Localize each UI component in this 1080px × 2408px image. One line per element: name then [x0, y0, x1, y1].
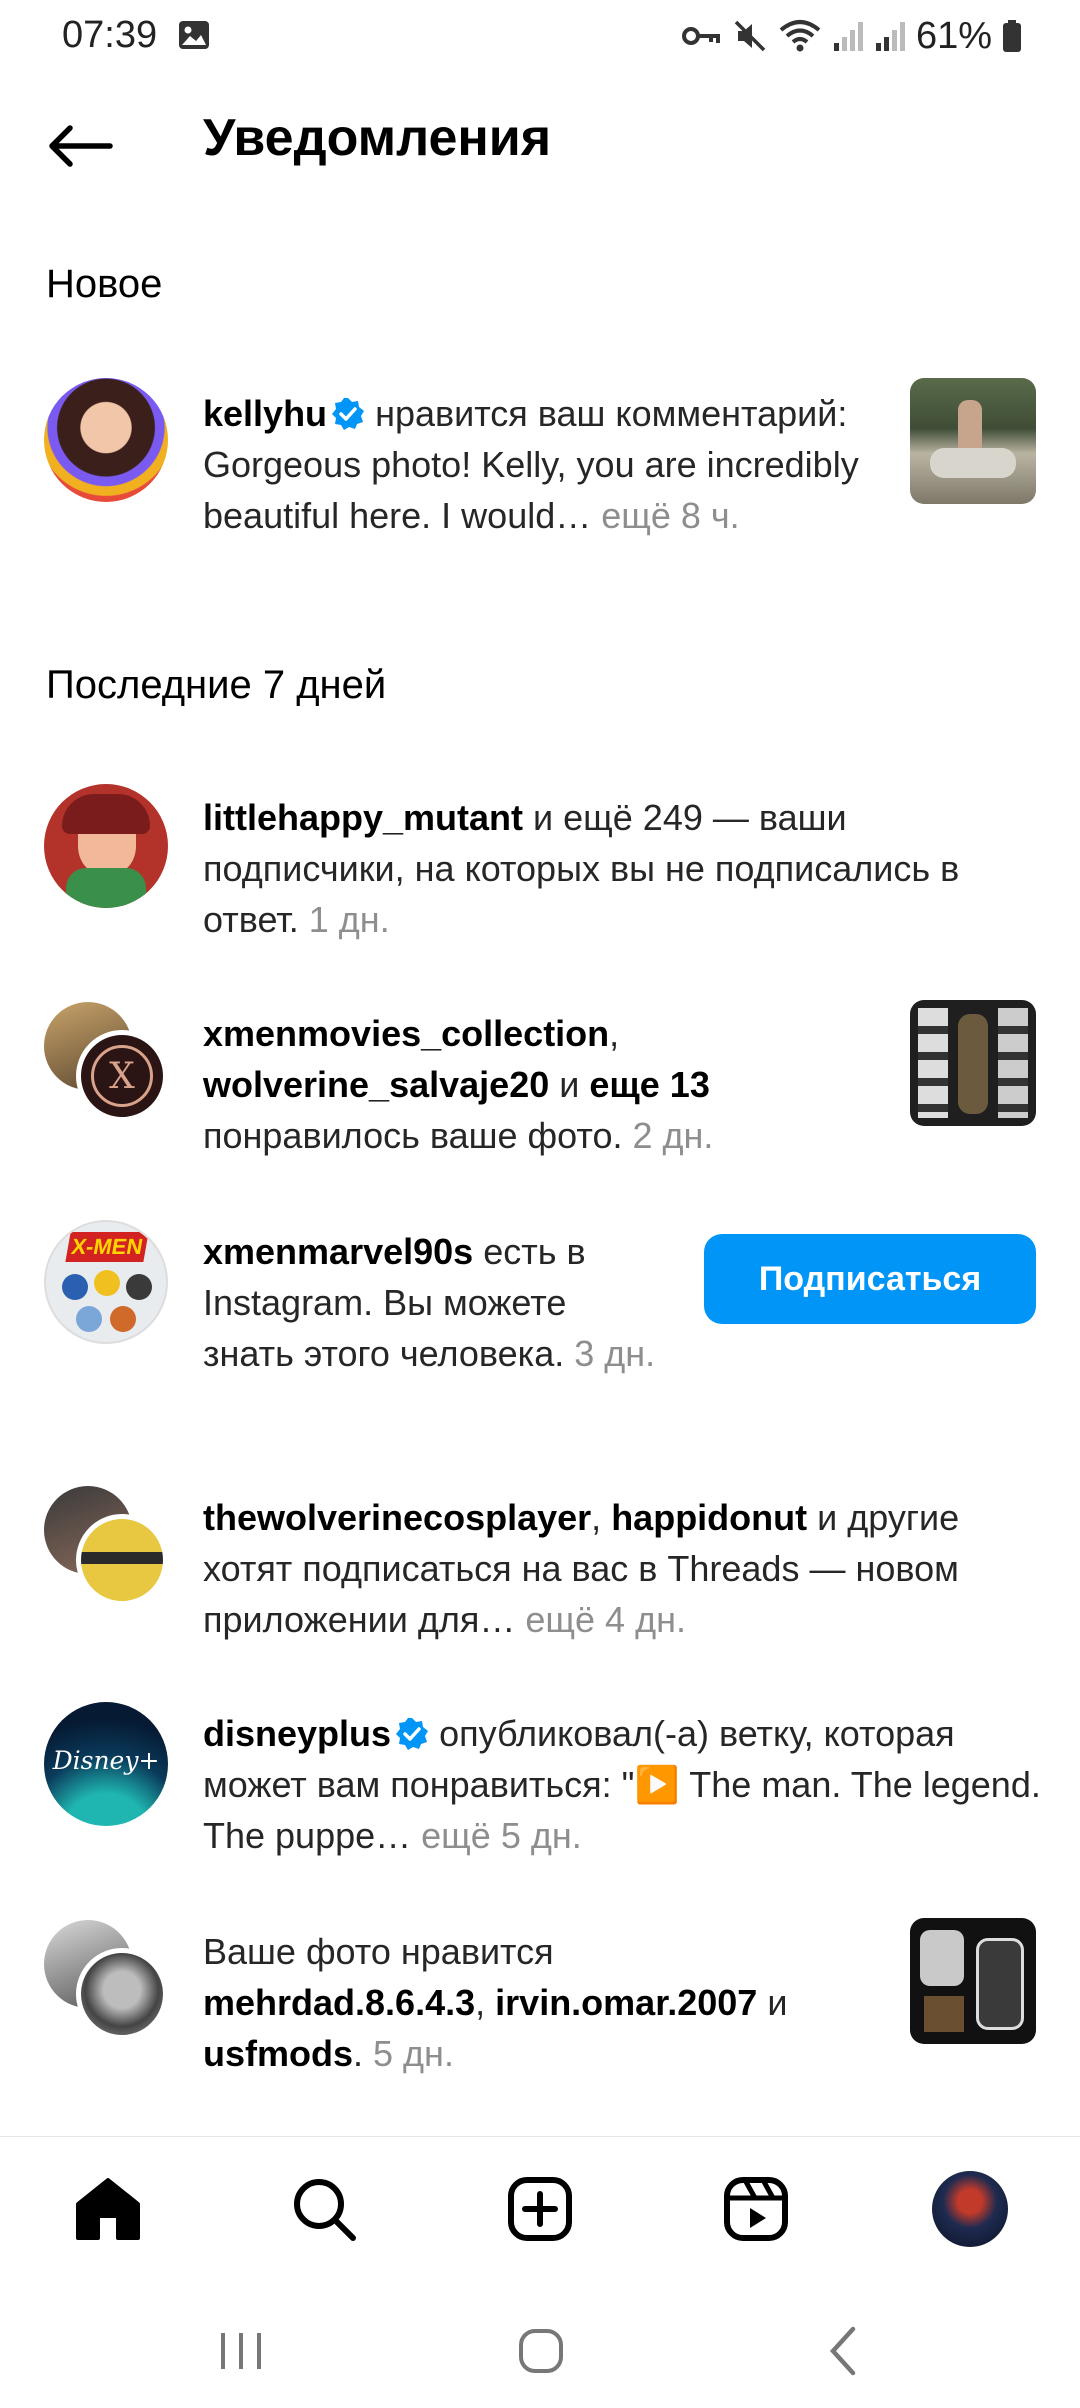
recent-apps-button[interactable] — [196, 2316, 286, 2386]
more-time-link[interactable]: ещё 4 дн. — [525, 1599, 686, 1640]
notification-time: 1 дн. — [308, 899, 390, 940]
vpn-key-icon — [681, 27, 720, 45]
post-thumbnail[interactable] — [910, 1000, 1036, 1126]
recent-apps-icon — [221, 2333, 261, 2369]
username-2[interactable]: irvin.omar.2007 — [495, 1982, 757, 2023]
notification-text: littlehappy_mutant и ещё 249 — ваши подп… — [203, 792, 1043, 945]
battery-percent: 61% — [915, 14, 992, 57]
profile-avatar — [932, 2171, 1008, 2247]
username[interactable]: littlehappy_mutant — [203, 797, 523, 838]
follow-button[interactable]: Подписаться — [704, 1234, 1036, 1324]
avatar-littlehappy-mutant[interactable] — [44, 784, 168, 908]
mute-icon — [734, 20, 766, 52]
signal-icon-1 — [833, 22, 863, 51]
home-system-button[interactable] — [496, 2316, 586, 2386]
username[interactable]: kellyhu — [203, 393, 327, 434]
avatar-kellyhu[interactable] — [44, 378, 168, 502]
search-icon — [294, 2179, 356, 2241]
notification-item[interactable]: littlehappy_mutant и ещё 249 — ваши подп… — [0, 782, 1080, 940]
nav-search[interactable] — [284, 2169, 364, 2249]
notification-item[interactable]: kellyhu нравится ваш комментарий: Gorgeo… — [0, 376, 1080, 596]
nav-create[interactable] — [500, 2169, 580, 2249]
status-icons: 61% — [681, 14, 1022, 58]
chevron-left-icon — [829, 2326, 856, 2376]
notification-time: 5 дн. — [373, 2033, 454, 2074]
notification-text: xmenmarvel90s есть в Instagram. Вы может… — [203, 1226, 663, 1379]
notification-body: понравилось ваше фото. — [203, 1115, 633, 1156]
plus-square-icon — [508, 2177, 572, 2241]
notification-item[interactable]: X xmenmovies_collection, wolverine_salvaj… — [0, 1000, 1080, 1156]
more-time-link[interactable]: ещё 5 дн. — [421, 1815, 582, 1856]
notification-time: 3 дн. — [574, 1333, 656, 1374]
back-button[interactable] — [40, 114, 120, 178]
back-system-button[interactable] — [798, 2316, 888, 2386]
home-icon — [76, 2178, 140, 2240]
notification-item[interactable]: Disney+ disneyplus опубликовал(-а) ветку… — [0, 1700, 1080, 1860]
status-time: 07:39 — [62, 14, 158, 56]
notification-text: thewolverinecosplayer, happidonut и друг… — [203, 1497, 960, 1640]
notification-text: disneyplus опубликовал(-а) ветку, котора… — [203, 1708, 1043, 1861]
avatar-happidonut[interactable] — [76, 1514, 168, 1606]
disneyplus-logo: Disney+ — [52, 1746, 160, 1775]
wifi-icon — [779, 20, 821, 52]
avatar-disneyplus[interactable]: Disney+ — [44, 1702, 168, 1826]
nav-home[interactable] — [68, 2169, 148, 2249]
notification-item[interactable]: Ваше фото нравится mehrdad.8.6.4.3, irvi… — [0, 1918, 1080, 2078]
username-1[interactable]: xmenmovies_collection — [203, 1013, 609, 1054]
others-link[interactable]: еще 13 — [589, 1064, 709, 1105]
arrow-left-icon — [49, 125, 113, 167]
post-thumbnail[interactable] — [910, 1918, 1036, 2044]
username-1[interactable]: thewolverinecosplayer — [203, 1497, 591, 1538]
gallery-notification-icon — [179, 21, 209, 49]
username-2[interactable]: happidonut — [611, 1497, 807, 1538]
notification-text: xmenmovies_collection, wolverine_salvaje2… — [203, 1013, 714, 1156]
avatar-irvin-omar[interactable] — [76, 1948, 168, 2040]
bottom-navigation — [0, 2136, 1080, 2276]
username-1[interactable]: mehrdad.8.6.4.3 — [203, 1982, 475, 2023]
section-new-title: Новое — [46, 262, 163, 306]
username-3[interactable]: usfmods — [203, 2033, 353, 2074]
username[interactable]: xmenmarvel90s — [203, 1231, 473, 1272]
nav-reels[interactable] — [716, 2169, 796, 2249]
top-bar: Уведомления — [0, 100, 1080, 190]
reels-icon — [724, 2177, 788, 2241]
avatar-xmenmarvel90s[interactable]: X-MEN — [44, 1220, 168, 1344]
home-circle-icon — [519, 2329, 563, 2373]
notification-item[interactable]: thewolverinecosplayer, happidonut и друг… — [0, 1484, 1080, 1644]
notification-text: Ваше фото нравится mehrdad.8.6.4.3, irvi… — [203, 1931, 788, 2074]
page-title: Уведомления — [203, 109, 552, 167]
battery-icon — [1003, 20, 1021, 52]
nav-profile[interactable] — [930, 2169, 1010, 2249]
username[interactable]: disneyplus — [203, 1713, 391, 1754]
notification-text: kellyhu нравится ваш комментарий: Gorgeo… — [203, 388, 893, 541]
avatar-wolverine-salvaje20[interactable]: X — [76, 1030, 168, 1122]
post-thumbnail[interactable] — [910, 378, 1036, 504]
signal-icon-2 — [875, 22, 905, 51]
more-time-link[interactable]: ещё 8 ч. — [601, 495, 739, 536]
notification-time: 2 дн. — [632, 1115, 714, 1156]
username-2[interactable]: wolverine_salvaje20 — [203, 1064, 549, 1105]
verified-badge-icon — [396, 1718, 429, 1750]
system-navigation — [0, 2290, 1080, 2408]
notification-item[interactable]: X-MEN xmenmarvel90s есть в Instagram. Вы… — [0, 1218, 1080, 1428]
status-bar: 07:39 61% — [0, 0, 1080, 72]
section-last7-title: Последние 7 дней — [46, 663, 387, 707]
verified-badge-icon — [332, 398, 365, 430]
